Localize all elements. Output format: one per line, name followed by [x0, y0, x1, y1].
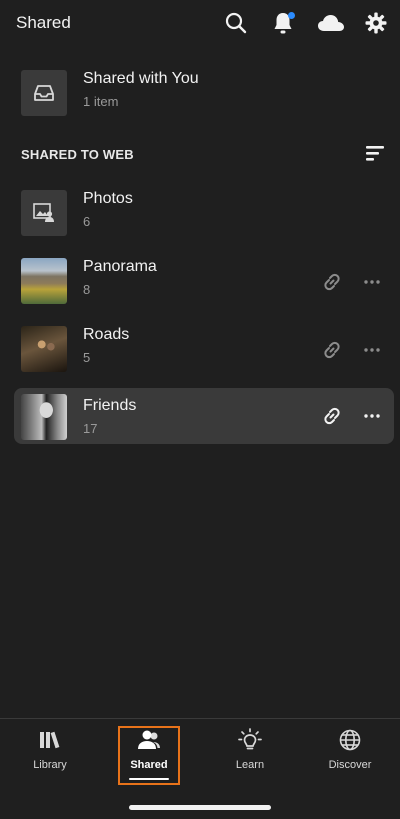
nav-label: Discover [328, 759, 372, 771]
top-bar: Shared [0, 0, 400, 46]
nav-label: Library [33, 759, 67, 771]
album-thumbnail [21, 258, 67, 304]
album-row-roads[interactable]: Roads 5 [14, 322, 394, 378]
page-title: Shared [16, 13, 71, 32]
album-thumbnail [21, 394, 67, 440]
nav-library[interactable]: Library [10, 727, 90, 783]
album-count: 6 [83, 214, 91, 229]
lightbulb-icon [237, 727, 263, 753]
notification-dot [288, 12, 295, 19]
cloud-icon[interactable] [316, 10, 346, 36]
album-row-panorama[interactable]: Panorama 8 [14, 254, 394, 310]
bell-icon[interactable] [270, 10, 296, 36]
album-row-photos[interactable]: Photos 6 [14, 186, 394, 242]
album-count: 5 [83, 350, 91, 365]
album-count: 8 [83, 282, 91, 297]
section-heading: SHARED TO WEB [21, 147, 134, 162]
image-person-icon [21, 190, 67, 236]
nav-learn[interactable]: Learn [210, 727, 290, 783]
shared-with-you-count: 1 item [83, 94, 119, 109]
shared-with-you-row[interactable]: Shared with You 1 item [14, 66, 394, 122]
gear-icon[interactable] [363, 10, 389, 36]
link-icon[interactable] [320, 404, 344, 428]
shared-with-you-title: Shared with You [83, 70, 199, 87]
album-title: Panorama [83, 258, 157, 275]
bottom-nav: Library Shared Learn Discover [0, 719, 400, 819]
sort-icon[interactable] [364, 142, 388, 164]
nav-label: Learn [235, 759, 265, 771]
more-icon[interactable] [360, 404, 384, 428]
inbox-icon [21, 70, 67, 116]
album-thumbnail [21, 326, 67, 372]
album-row-friends[interactable]: Friends 17 [14, 388, 394, 444]
search-icon[interactable] [223, 10, 249, 36]
album-title: Photos [83, 190, 133, 207]
link-icon[interactable] [320, 338, 344, 362]
more-icon[interactable] [360, 338, 384, 362]
nav-discover[interactable]: Discover [310, 727, 390, 783]
active-tab-underline [129, 778, 169, 780]
album-count: 17 [83, 421, 98, 436]
library-icon [37, 727, 63, 753]
link-icon[interactable] [320, 270, 344, 294]
home-indicator[interactable] [129, 805, 271, 810]
more-icon[interactable] [360, 270, 384, 294]
album-title: Friends [83, 397, 137, 414]
album-title: Roads [83, 326, 130, 343]
active-tab-highlight [118, 726, 180, 785]
globe-icon [337, 727, 363, 753]
